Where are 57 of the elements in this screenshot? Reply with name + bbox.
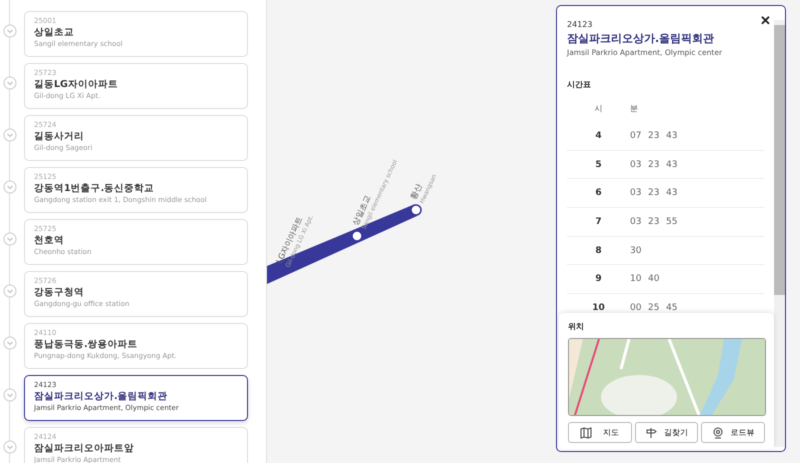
minute-cell-text: 30: [630, 246, 642, 256]
minute-cell-text: 10: [630, 274, 642, 284]
minute-cell-text: 25: [648, 302, 660, 313]
chevron-circle-icon: [3, 388, 17, 402]
stop-name: 길동사거리: [34, 130, 85, 144]
roadview-button[interactable]: 로드뷰: [701, 422, 766, 443]
stop-name: 천호역: [34, 234, 65, 248]
map-icon: [580, 426, 592, 438]
chevron-circle-icon: [3, 232, 17, 246]
location-title: 위치: [568, 321, 585, 332]
stop-name: 강동역1번출구.동신중학교: [34, 182, 156, 196]
close-button[interactable]: ✕: [760, 14, 771, 28]
chevron-circle-icon: [3, 440, 17, 454]
chevron-circle-icon: [3, 128, 17, 142]
minute-cell-text: 55: [666, 216, 678, 227]
minute-cell-text: 07: [630, 130, 642, 141]
minute-cell-text: 43: [666, 130, 678, 141]
stop-name: 풍납동극동.쌍용아파트: [34, 338, 139, 352]
scrollbar[interactable]: [774, 20, 785, 447]
location-pin-icon: [712, 426, 724, 438]
stop-title: 잠실파크리오상가.올림픽회관: [567, 31, 716, 46]
minute-cell-text: 03: [630, 216, 642, 227]
chevron-circle-icon: [3, 76, 17, 90]
stop-name: 상일초교: [34, 26, 75, 40]
minute-cell-text: 43: [666, 160, 678, 170]
hour-cell-text: 7: [594, 216, 603, 227]
minute-cell-text: 43: [666, 188, 678, 198]
signpost-icon: [645, 426, 658, 438]
stop-name: 잠실파크리오상가.올림픽회관: [34, 390, 169, 404]
hour-cell-text: 4: [594, 130, 603, 141]
chevron-circle-icon: [3, 336, 17, 350]
stop-name: 길동LG자이아파트: [34, 78, 119, 92]
minute-cell-text: 40: [648, 274, 660, 284]
hour-cell-text: 9: [594, 274, 603, 284]
minute-cell-text: 23: [648, 216, 660, 227]
hour-cell-text: 8: [594, 246, 603, 256]
timetable-title: 시간표: [567, 79, 592, 90]
directions-button[interactable]: 길찾기: [634, 422, 698, 443]
hour-cell-text: 5: [594, 160, 603, 170]
minute-cell-text: 23: [648, 188, 660, 198]
stop-name: 강동구청역: [34, 286, 85, 300]
chevron-circle-icon: [3, 180, 17, 194]
minute-cell-text: 03: [630, 188, 642, 198]
minute-cell-text: 03: [630, 160, 642, 170]
minute-cell-text: 23: [648, 130, 660, 141]
chevron-circle-icon: [3, 24, 17, 38]
minute-cell-text: 45: [666, 302, 678, 313]
minute-header: 분: [630, 102, 638, 114]
minute-cell-text: 00: [630, 302, 642, 313]
hour-header: 시: [594, 102, 604, 114]
hour-cell-text: 10: [591, 302, 606, 313]
stop-name: 잠실파크리오아파트앞: [34, 442, 135, 456]
hour-cell-text: 6: [594, 188, 603, 198]
minute-cell-text: 23: [648, 160, 660, 170]
stop-code: 24123: [567, 20, 594, 29]
chevron-circle-icon: [3, 284, 17, 298]
map-button[interactable]: 지도: [568, 422, 632, 443]
